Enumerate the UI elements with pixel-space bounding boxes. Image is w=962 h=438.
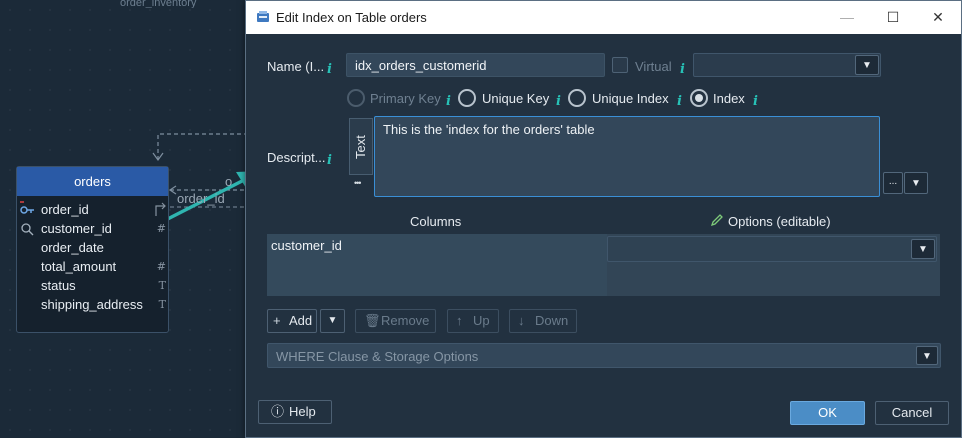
- trash-icon: 🗑: [364, 313, 381, 328]
- plus-icon: +: [273, 313, 281, 328]
- info-icon[interactable]: i: [753, 94, 758, 109]
- text-tab-label: Text: [353, 135, 368, 159]
- chevron-down-icon[interactable]: ▼: [911, 239, 935, 259]
- column-name: total_amount: [41, 259, 117, 274]
- virtual-select[interactable]: ▼: [693, 53, 881, 77]
- name-input[interactable]: idx_orders_customerid: [346, 53, 605, 77]
- chevron-down-icon[interactable]: ▼: [855, 55, 879, 75]
- unique-key-label: Unique Key: [482, 91, 550, 106]
- column-name: shipping_address: [41, 297, 143, 312]
- relationship-label: order_id: [177, 191, 225, 206]
- pencil-icon: [710, 213, 724, 230]
- arrow-up-icon: ↑: [456, 313, 463, 328]
- entity-column-row[interactable]: status T: [17, 276, 168, 295]
- description-text: This is the 'index for the orders' table: [383, 122, 595, 137]
- add-dropdown-button[interactable]: ▼: [320, 309, 345, 333]
- column-name: order_id: [41, 202, 89, 217]
- magnifier-icon: [19, 219, 35, 238]
- entity-column-row[interactable]: shipping_address T: [17, 295, 168, 314]
- primary-key-label: Primary Key: [370, 91, 441, 106]
- entity-column-row[interactable]: order_date: [17, 238, 168, 257]
- column-type: T: [158, 279, 166, 292]
- index-label: Index: [713, 91, 745, 106]
- app-icon: [255, 9, 271, 25]
- column-type: #: [156, 222, 166, 235]
- name-label: Name (I...: [267, 59, 325, 74]
- remove-button-label: Remove: [381, 313, 430, 328]
- cancel-button[interactable]: Cancel: [875, 401, 949, 425]
- ellipsis-button[interactable]: ...: [883, 172, 903, 194]
- description-label: Descript...: [267, 150, 326, 165]
- virtual-checkbox[interactable]: [612, 57, 628, 73]
- more-icon[interactable]: •••: [354, 178, 362, 188]
- where-clause-expander[interactable]: WHERE Clause & Storage Options ▼: [267, 343, 941, 368]
- remove-button[interactable]: 🗑 Remove: [355, 309, 436, 333]
- info-icon[interactable]: i: [677, 94, 682, 109]
- text-tab[interactable]: Text: [349, 118, 373, 175]
- up-button-label: Up: [473, 313, 490, 328]
- entity-column-row[interactable]: customer_id #: [17, 219, 168, 238]
- down-button[interactable]: ↓ Down: [509, 309, 577, 333]
- index-radio[interactable]: [690, 89, 708, 107]
- help-button-label: Help: [289, 404, 316, 419]
- column-name: order_date: [41, 240, 104, 255]
- info-icon[interactable]: i: [327, 153, 332, 168]
- down-button-label: Down: [535, 313, 569, 328]
- virtual-select-value: [694, 54, 854, 76]
- help-icon: ⓘ: [271, 404, 285, 419]
- where-clause-label: WHERE Clause & Storage Options: [276, 349, 479, 364]
- info-icon[interactable]: i: [327, 62, 332, 77]
- add-button[interactable]: + Add: [267, 309, 317, 333]
- unique-key-radio[interactable]: [458, 89, 476, 107]
- help-button[interactable]: ⓘ Help: [258, 400, 332, 424]
- unique-index-label: Unique Index: [592, 91, 669, 106]
- dialog-titlebar[interactable]: Edit Index on Table orders — ☐ ✕: [246, 1, 961, 34]
- column-type: #: [156, 260, 166, 273]
- description-textarea[interactable]: This is the 'index for the orders' table: [374, 116, 880, 197]
- columns-header[interactable]: Columns: [410, 214, 461, 229]
- ok-button[interactable]: OK: [790, 401, 865, 425]
- relationship-label: o: [225, 174, 233, 189]
- minimize-button[interactable]: —: [824, 1, 870, 34]
- primary-key-radio: [347, 89, 365, 107]
- chevron-down-icon[interactable]: ▼: [904, 172, 928, 194]
- info-icon[interactable]: i: [446, 94, 451, 109]
- add-button-label: Add: [289, 313, 313, 328]
- entity-column-row[interactable]: total_amount #: [17, 257, 168, 276]
- column-name: customer_id: [41, 221, 112, 236]
- maximize-button[interactable]: ☐: [870, 1, 916, 34]
- column-type: T: [158, 298, 166, 311]
- column-cell[interactable]: customer_id: [267, 234, 607, 296]
- dialog-title: Edit Index on Table orders: [276, 10, 427, 25]
- arrow-down-icon: ↓: [518, 313, 525, 328]
- edit-index-dialog: Edit Index on Table orders — ☐ ✕ Name (I…: [245, 0, 962, 438]
- info-icon[interactable]: i: [556, 94, 561, 109]
- chevron-down-icon[interactable]: ▼: [916, 346, 938, 365]
- up-button[interactable]: ↑ Up: [447, 309, 499, 333]
- option-select[interactable]: ▼: [607, 236, 937, 262]
- unique-index-radio[interactable]: [568, 89, 586, 107]
- close-button[interactable]: ✕: [915, 1, 961, 34]
- virtual-label: Virtual: [635, 59, 672, 74]
- options-header[interactable]: Options (editable): [728, 214, 831, 229]
- column-cell-text: customer_id: [271, 238, 342, 253]
- column-name: status: [41, 278, 76, 293]
- key-icon: [19, 200, 35, 219]
- info-icon[interactable]: i: [680, 62, 685, 77]
- entity-column-row[interactable]: order_id: [17, 200, 168, 219]
- orders-entity[interactable]: orders order_id customer_id # order_date…: [16, 166, 169, 333]
- entity-title: orders: [17, 167, 168, 196]
